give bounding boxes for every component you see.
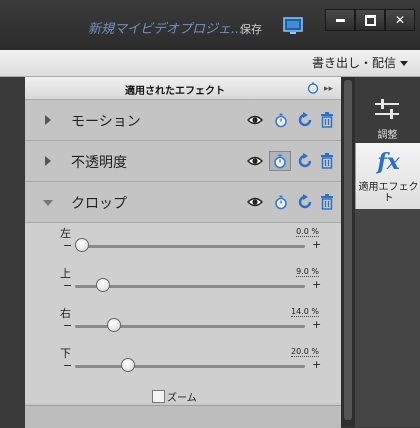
effect-row[interactable]: クロップ bbox=[25, 182, 341, 223]
zoom-checkbox[interactable] bbox=[152, 390, 165, 403]
chevron-down-icon bbox=[400, 61, 408, 66]
chevron-right-icon[interactable] bbox=[45, 156, 51, 166]
zoom-label: ズーム bbox=[167, 393, 197, 404]
eye-icon[interactable] bbox=[247, 196, 263, 208]
increase-button[interactable]: + bbox=[312, 278, 321, 291]
effect-row[interactable]: 不透明度 bbox=[25, 141, 341, 182]
applied-effects-tab[interactable]: fx 適用エフェクト bbox=[355, 143, 420, 209]
effect-name: クロップ bbox=[71, 196, 127, 212]
crop-value-field[interactable]: 0.0 % bbox=[296, 227, 319, 237]
increase-button[interactable]: + bbox=[312, 358, 321, 371]
collapse-panel-icon[interactable]: ▸▸ bbox=[324, 84, 333, 94]
stopwatch-icon bbox=[275, 195, 287, 210]
trash-icon[interactable] bbox=[320, 112, 334, 128]
window-controls: ✕ bbox=[325, 9, 415, 31]
reset-icon[interactable] bbox=[297, 153, 313, 169]
save-button[interactable]: 保存 bbox=[240, 21, 262, 37]
crop-controls: 左 0.0 % − + 上 9.0 % − + 右 14.0 % − + 下 20.0 % − + bbox=[25, 223, 341, 403]
minimize-icon bbox=[335, 19, 345, 22]
export-share-button[interactable]: 書き出し・配信 bbox=[312, 54, 408, 71]
applied-effects-panel: 適用されたエフェクト ▸▸ モーション 不透明度 クロップ 左 0.0 % − + 上 9.0… bbox=[25, 77, 341, 428]
crop-value-field[interactable]: 9.0 % bbox=[296, 267, 319, 277]
monitor-icon[interactable] bbox=[283, 17, 303, 35]
effect-name: 不透明度 bbox=[71, 155, 127, 171]
crop-slider-group: 上 9.0 % − + bbox=[25, 265, 341, 305]
crop-slider-track[interactable] bbox=[75, 365, 305, 368]
stopwatch-icon bbox=[274, 154, 286, 169]
trash-icon[interactable] bbox=[320, 153, 334, 169]
panel-scrollbar[interactable] bbox=[341, 77, 355, 427]
panel-header: 適用されたエフェクト ▸▸ bbox=[25, 77, 341, 100]
maximize-button[interactable] bbox=[355, 9, 385, 31]
export-share-label: 書き出し・配信 bbox=[311, 56, 396, 70]
applied-effects-label: 適用エフェクト bbox=[358, 182, 419, 204]
title-bar: 新規マイビデオプロジェ... 保存 ✕ bbox=[0, 0, 420, 50]
crop-slider-track[interactable] bbox=[75, 245, 305, 248]
decrease-button[interactable]: − bbox=[63, 359, 72, 372]
close-button[interactable]: ✕ bbox=[385, 9, 415, 31]
panel-footer bbox=[25, 405, 341, 428]
crop-value-field[interactable]: 20.0 % bbox=[291, 347, 319, 357]
left-divider[interactable] bbox=[0, 77, 24, 427]
effect-row[interactable]: モーション bbox=[25, 100, 341, 141]
crop-slider-thumb[interactable] bbox=[121, 358, 135, 372]
crop-value-field[interactable]: 14.0 % bbox=[291, 307, 319, 317]
crop-slider-thumb[interactable] bbox=[107, 318, 121, 332]
project-title[interactable]: 新規マイビデオプロジェ... bbox=[88, 18, 243, 37]
increase-button[interactable]: + bbox=[312, 238, 321, 251]
chevron-right-icon[interactable] bbox=[45, 115, 51, 125]
effect-name: モーション bbox=[71, 114, 141, 130]
crop-slider-group: 左 0.0 % − + bbox=[25, 225, 341, 265]
adjust-tab[interactable]: 調整 bbox=[355, 77, 420, 143]
crop-slider-group: 下 20.0 % − + bbox=[25, 345, 341, 385]
right-tool-strip: 調整 fx 適用エフェクト bbox=[355, 77, 420, 427]
decrease-button[interactable]: − bbox=[63, 319, 72, 332]
eye-icon[interactable] bbox=[247, 114, 263, 126]
crop-slider-thumb[interactable] bbox=[96, 278, 110, 292]
minimize-button[interactable] bbox=[325, 9, 355, 31]
increase-button[interactable]: + bbox=[312, 318, 321, 331]
close-icon: ✕ bbox=[394, 13, 406, 27]
decrease-button[interactable]: − bbox=[63, 239, 72, 252]
eye-icon[interactable] bbox=[247, 155, 263, 167]
reset-icon[interactable] bbox=[297, 112, 313, 128]
export-bar: 書き出し・配信 bbox=[0, 50, 420, 77]
maximize-icon bbox=[364, 15, 376, 26]
reset-icon[interactable] bbox=[297, 194, 313, 210]
crop-slider-group: 右 14.0 % − + bbox=[25, 305, 341, 345]
adjust-label: 調整 bbox=[377, 130, 398, 141]
scrollbar-thumb[interactable] bbox=[344, 80, 352, 420]
stopwatch-button[interactable] bbox=[269, 151, 291, 171]
fx-icon: fx bbox=[377, 149, 400, 175]
stopwatch-toggle-icon[interactable] bbox=[307, 82, 319, 94]
crop-slider-thumb[interactable] bbox=[75, 238, 89, 252]
panel-title: 適用されたエフェクト bbox=[125, 86, 225, 97]
stopwatch-icon bbox=[275, 113, 287, 128]
trash-icon[interactable] bbox=[320, 194, 334, 210]
chevron-down-icon[interactable] bbox=[43, 200, 53, 206]
stopwatch-button[interactable] bbox=[274, 194, 288, 210]
sliders-icon bbox=[375, 99, 399, 119]
decrease-button[interactable]: − bbox=[63, 279, 72, 292]
stopwatch-button[interactable] bbox=[274, 112, 288, 128]
